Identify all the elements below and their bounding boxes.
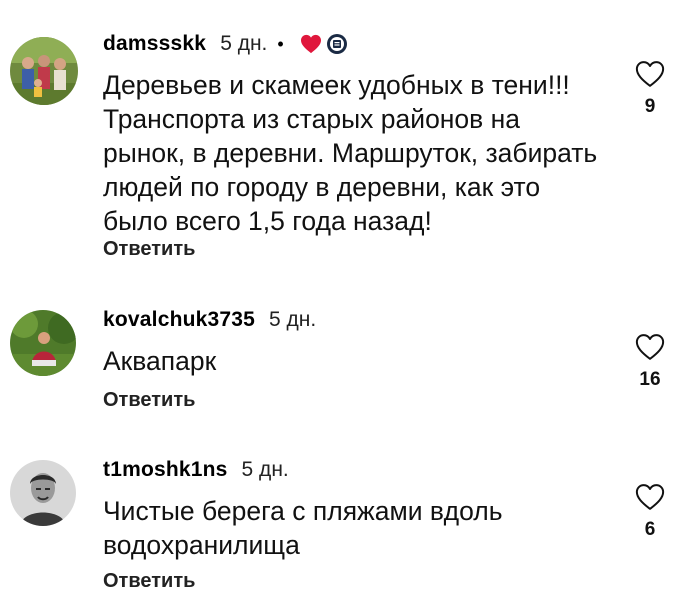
family-photo-avatar-icon [10,37,78,105]
like-count: 9 [644,96,656,117]
like-heart-icon[interactable] [628,333,672,361]
reply-button[interactable]: Ответить [103,389,195,412]
separator-dot: • [277,34,284,54]
avatar[interactable] [10,310,76,376]
person-in-garden-avatar-icon [10,310,76,376]
like-control: 16 [628,333,672,391]
comment-username[interactable]: damssskk [103,32,206,56]
comment-username[interactable]: kovalchuk3735 [103,308,255,332]
comment-text: Чистые берега с пляжами вдоль водохранил… [103,496,503,560]
reply-button[interactable]: Ответить [103,570,195,593]
creator-avatar-badge-icon [326,33,348,55]
like-count: 16 [639,369,661,390]
avatar[interactable] [10,37,78,105]
bw-portrait-avatar-icon [10,460,76,526]
like-count: 6 [644,519,656,540]
comment-timestamp: 5 дн. [241,458,289,481]
comment-username[interactable]: t1moshk1ns [103,458,228,482]
like-control: 6 [628,483,672,541]
like-control: 9 [628,60,672,118]
avatar[interactable] [10,460,76,526]
reply-button[interactable]: Ответить [103,238,195,261]
comment-timestamp: 5 дн. [269,308,317,331]
like-heart-icon[interactable] [628,60,672,88]
comment-text: Деревьев и скамеек удобных в тени!!! Тра… [103,70,598,236]
comment-text: Аквапарк [103,346,217,376]
comment-timestamp: 5 дн. [220,32,268,55]
creator-liked-heart-icon [300,34,322,54]
like-heart-icon[interactable] [628,483,672,511]
